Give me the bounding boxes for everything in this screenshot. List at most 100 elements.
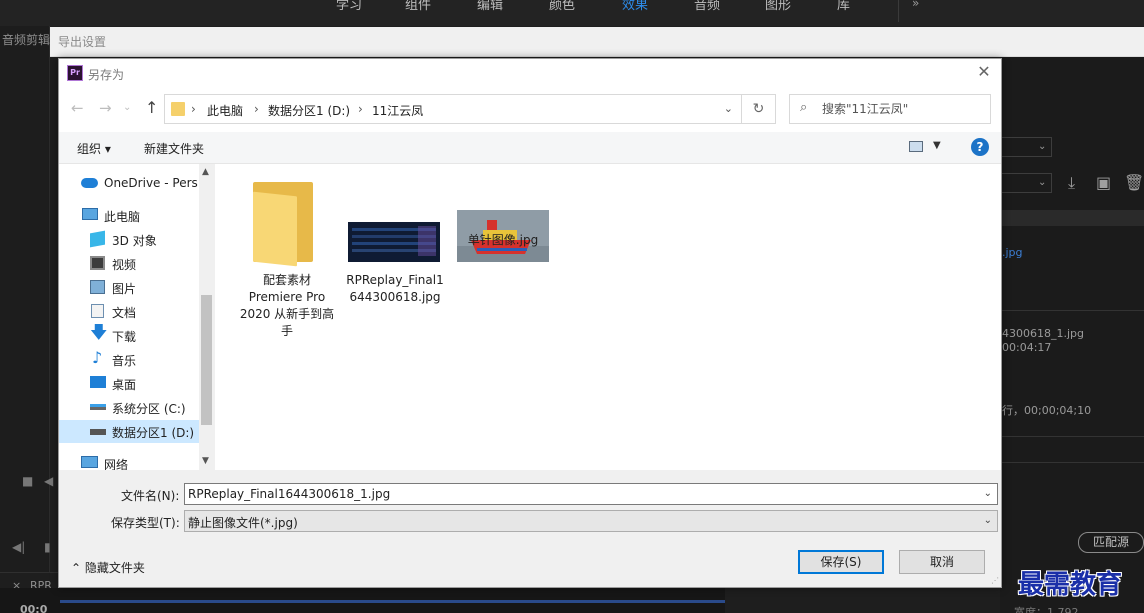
address-bar[interactable]: › 此电脑 › 数据分区1 (D:) › 11江云凤 ⌄ xyxy=(164,94,742,124)
save-as-dialog: Pr 另存为 ✕ ← → ⌄ ↑ › 此电脑 › 数据分区1 (D:) › 11… xyxy=(58,58,1002,588)
nav-item-label: OneDrive - Pers xyxy=(104,176,198,190)
chevron-up-icon: ⌃ xyxy=(71,561,85,575)
search-input[interactable] xyxy=(822,100,982,118)
nav-item-label: 数据分区1 (D:) xyxy=(112,426,195,440)
chevron-down-icon[interactable]: ⌄ xyxy=(984,488,992,499)
timeline-track xyxy=(60,600,725,603)
nav-item-downloads[interactable]: 🡇 下载 xyxy=(59,324,199,347)
drive-c-icon xyxy=(90,404,106,410)
filetype-label: 保存类型(T): xyxy=(111,516,180,530)
scroll-down-icon[interactable]: ▼ xyxy=(202,456,209,466)
cancel-button[interactable]: 取消 xyxy=(899,550,985,574)
file-name-line: 644300618.jpg xyxy=(349,290,441,304)
scroll-thumb[interactable] xyxy=(201,295,212,425)
chevron-down-icon[interactable]: ⌄ xyxy=(984,515,992,526)
step-back-icon[interactable]: ◀| xyxy=(12,540,25,554)
workspace-tab-editing[interactable]: 编辑 xyxy=(477,0,503,13)
panel-square-icon[interactable]: ■ xyxy=(22,474,33,488)
onedrive-icon xyxy=(81,178,98,188)
breadcrumb-drive-d[interactable]: 数据分区1 (D:) xyxy=(268,102,350,119)
file-name-line: Premiere Pro xyxy=(248,290,326,304)
import-preset-icon[interactable]: ▣ xyxy=(1096,173,1111,192)
nav-item-onedrive[interactable]: OneDrive - Pers xyxy=(59,172,199,195)
filename-input[interactable]: RPReplay_Final1644300618_1.jpg ⌄ xyxy=(184,483,998,505)
nav-item-3d-objects[interactable]: 3D 对象 xyxy=(59,228,199,251)
premiere-app-icon: Pr xyxy=(67,65,83,81)
export-settings-window: 导出设置 xyxy=(50,27,1144,57)
file-item-rpreplay[interactable]: RPReplay_Final1 644300618.jpg xyxy=(345,176,445,306)
nav-item-label: 视频 xyxy=(112,258,137,272)
view-options-icon[interactable] xyxy=(909,141,923,152)
3d-objects-icon xyxy=(90,230,105,248)
forward-arrow-icon[interactable]: → xyxy=(99,99,112,117)
new-folder-button[interactable]: 新建文件夹 xyxy=(144,140,204,157)
divider xyxy=(1000,462,1144,463)
nav-item-this-pc[interactable]: 此电脑 xyxy=(59,204,199,227)
navigation-bar: ← → ⌄ ↑ › 此电脑 › 数据分区1 (D:) › 11江云凤 ⌄ ↻ ⌕ xyxy=(59,88,1001,132)
output-name-link[interactable]: .jpg xyxy=(1002,246,1023,259)
file-name-line: 配套素材 xyxy=(262,273,311,287)
network-icon xyxy=(81,456,98,468)
hide-folders-toggle[interactable]: ⌃ 隐藏文件夹 xyxy=(71,559,145,576)
view-dropdown-icon[interactable]: ▼ xyxy=(933,140,941,151)
nav-item-desktop[interactable]: 桌面 xyxy=(59,372,199,395)
organize-button[interactable]: 组织 ▾ xyxy=(77,140,111,157)
chevron-right-icon[interactable]: › xyxy=(358,102,363,116)
match-source-button[interactable]: 匹配源 xyxy=(1078,532,1144,553)
nav-item-label: 音乐 xyxy=(112,354,137,368)
nav-item-pictures[interactable]: 图片 xyxy=(59,276,199,299)
panel-small-icon[interactable]: ▮ xyxy=(44,540,51,554)
chevron-right-icon[interactable]: › xyxy=(254,102,259,116)
nav-item-videos[interactable]: 视频 xyxy=(59,252,199,275)
back-arrow-icon[interactable]: ← xyxy=(71,99,84,117)
workspace-tab-color[interactable]: 颜色 xyxy=(549,0,575,13)
trash-icon[interactable]: 🗑 xyxy=(1124,173,1144,192)
workspace-tab-assembly[interactable]: 组件 xyxy=(405,0,431,13)
up-arrow-icon[interactable]: ↑ xyxy=(145,98,158,117)
scroll-up-icon[interactable]: ▲ xyxy=(202,167,209,177)
more-workspaces-icon[interactable]: » xyxy=(912,0,919,10)
chevron-down-icon: ⌄ xyxy=(1038,177,1047,188)
nav-item-music[interactable]: ♪ 音乐 xyxy=(59,348,199,371)
navigation-pane: OneDrive - Pers 此电脑 3D 对象 视频 图片 文档 🡇 下载 … xyxy=(59,164,214,472)
filetype-select[interactable]: 静止图像文件(*.jpg) ⌄ xyxy=(184,510,998,532)
command-toolbar: 组织 ▾ 新建文件夹 ▼ ? xyxy=(59,132,1001,164)
breadcrumb-folder[interactable]: 11江云凤 xyxy=(372,102,423,119)
file-item-folder[interactable]: 配套素材 Premiere Pro 2020 从新手到高 手 xyxy=(237,176,337,338)
recent-locations-icon[interactable]: ⌄ xyxy=(123,102,131,113)
workspace-tab-effects[interactable]: 效果 xyxy=(622,0,648,13)
resize-grip-icon[interactable]: ⋰ xyxy=(991,576,999,585)
timeline-timecode: 00:0 xyxy=(20,603,48,613)
filename-value[interactable]: RPReplay_Final1644300618_1.jpg xyxy=(188,487,390,501)
navpane-scrollbar[interactable]: ▲ ▼ xyxy=(199,164,214,470)
save-preset-icon[interactable]: ⤓ xyxy=(1068,173,1075,193)
breadcrumb-this-pc[interactable]: 此电脑 xyxy=(207,102,243,119)
filetype-value: 静止图像文件(*.jpg) xyxy=(188,516,298,530)
chevron-down-icon: ⌄ xyxy=(1038,141,1047,152)
nav-item-label: 图片 xyxy=(112,282,137,296)
folder-icon xyxy=(171,102,185,116)
download-icon: 🡇 xyxy=(90,323,108,343)
close-icon[interactable]: ✕ xyxy=(975,63,993,81)
thumbnail-screen-graphic xyxy=(348,222,440,262)
panel-left-icon[interactable]: ◀ xyxy=(44,474,53,488)
workspace-tab-libraries[interactable]: 库 xyxy=(837,0,850,13)
refresh-button[interactable]: ↻ xyxy=(742,94,776,124)
dialog-title-bar[interactable]: Pr 另存为 ✕ xyxy=(59,59,1001,88)
file-name-line: 手 xyxy=(280,324,293,338)
file-list-area[interactable]: 配套素材 Premiere Pro 2020 从新手到高 手 RPReplay_… xyxy=(215,164,1001,470)
search-box[interactable]: ⌕ xyxy=(789,94,991,124)
nav-item-drive-c[interactable]: 系统分区 (C:) xyxy=(59,396,199,419)
nav-item-documents[interactable]: 文档 xyxy=(59,300,199,323)
workspace-tab-learn[interactable]: 学习 xyxy=(336,0,362,13)
save-button[interactable]: 保存(S) xyxy=(798,550,884,574)
file-item-single-image[interactable]: 单针图像.jpg xyxy=(453,176,553,286)
premiere-workspace-bar: 学习 组件 编辑 颜色 效果 音频 图形 库 » xyxy=(0,0,1144,26)
workspace-tab-graphics[interactable]: 图形 xyxy=(765,0,791,13)
address-history-dropdown[interactable]: ⌄ xyxy=(724,102,733,115)
nav-item-drive-d[interactable]: 数据分区1 (D:) xyxy=(59,420,199,443)
help-icon[interactable]: ? xyxy=(971,138,989,156)
chevron-right-icon[interactable]: › xyxy=(191,102,196,116)
dialog-title: 另存为 xyxy=(88,68,125,82)
workspace-tab-audio[interactable]: 音频 xyxy=(694,0,720,13)
